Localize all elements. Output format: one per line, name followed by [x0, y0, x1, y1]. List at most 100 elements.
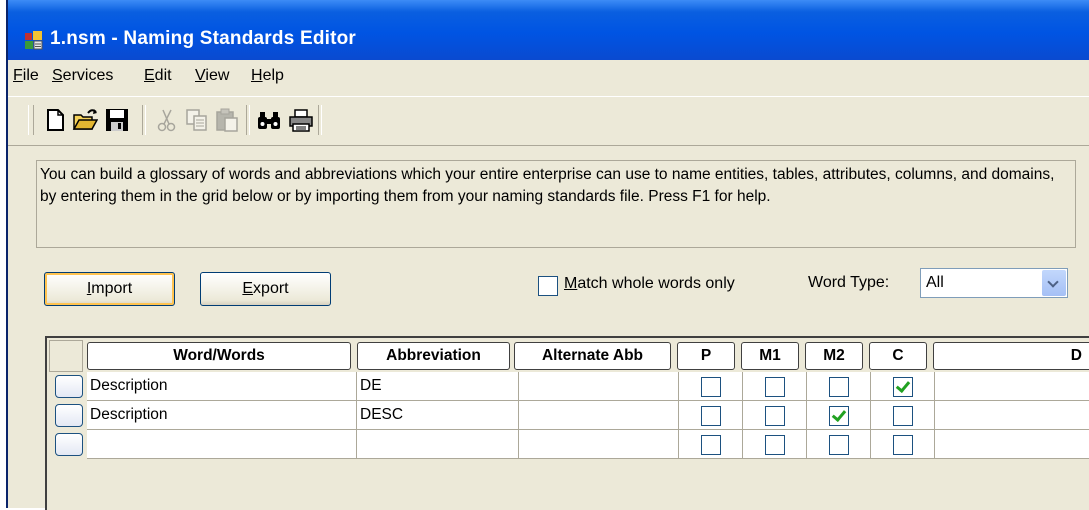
toolbar-separator [142, 105, 146, 135]
naming-standards-editor-window: 1.nsm - Naming Standards Editor File Ser… [6, 0, 1089, 510]
copy-icon[interactable] [184, 107, 210, 133]
save-icon[interactable] [104, 107, 130, 133]
word-type-value: All [926, 274, 944, 291]
menu-file-accel: F [13, 67, 23, 84]
c-checkbox[interactable] [892, 435, 913, 455]
toolbar-separator [318, 105, 322, 135]
row-selector[interactable] [55, 433, 83, 456]
col-header-m1[interactable]: M1 [741, 342, 799, 370]
m1-cell [743, 401, 807, 430]
p-cell [679, 401, 743, 430]
m1-cell [743, 430, 807, 459]
match-whole-words-label[interactable]: Match whole words only [564, 275, 735, 293]
d-cell[interactable] [935, 401, 1089, 430]
col-header-alternate-abb[interactable]: Alternate Abb [514, 342, 671, 370]
p-cell [679, 372, 743, 401]
table-row: Description DE [47, 372, 1089, 401]
word-cell[interactable]: Description [87, 401, 357, 430]
menu-bar: File Services Edit View Help [8, 60, 1089, 92]
m1-checkbox[interactable] [764, 406, 785, 426]
title-bar[interactable]: 1.nsm - Naming Standards Editor [8, 0, 1089, 60]
find-icon[interactable] [256, 107, 282, 133]
m2-checkbox[interactable] [828, 406, 849, 426]
info-text: You can build a glossary of words and ab… [40, 166, 1055, 205]
menu-view[interactable]: View [195, 67, 229, 85]
new-icon[interactable] [42, 107, 68, 133]
menu-view-label: iew [205, 67, 230, 84]
alternate-abb-cell[interactable] [519, 401, 679, 430]
m1-cell [743, 372, 807, 401]
m2-checkbox[interactable] [828, 435, 849, 455]
menu-edit-accel: E [144, 67, 155, 84]
chevron-down-icon[interactable] [1042, 270, 1066, 296]
alternate-abb-cell[interactable] [519, 430, 679, 459]
m2-cell [807, 372, 871, 401]
open-icon[interactable] [72, 107, 98, 133]
menu-services[interactable]: Services [52, 67, 113, 85]
c-cell [871, 430, 935, 459]
c-cell [871, 372, 935, 401]
match-whole-words-checkbox[interactable] [538, 276, 558, 296]
menu-edit-label: dit [154, 67, 172, 84]
menu-file[interactable]: File [13, 67, 39, 85]
grid-corner[interactable] [49, 340, 83, 372]
abbreviation-cell[interactable] [357, 430, 519, 459]
p-cell [679, 430, 743, 459]
m2-cell [807, 401, 871, 430]
cut-icon[interactable] [154, 107, 180, 133]
menu-file-label: ile [22, 67, 39, 84]
toolbar-separator [246, 105, 250, 135]
menu-help[interactable]: Help [251, 67, 284, 85]
m1-checkbox[interactable] [764, 377, 785, 397]
col-header-c[interactable]: C [869, 342, 927, 370]
naming-standards-app-icon [25, 31, 43, 50]
d-cell[interactable] [935, 372, 1089, 401]
p-checkbox[interactable] [700, 406, 721, 426]
menu-services-accel: S [52, 67, 63, 84]
word-cell[interactable]: Description [87, 372, 357, 401]
alternate-abb-cell[interactable] [519, 372, 679, 401]
menu-help-accel: H [251, 67, 263, 84]
c-cell [871, 401, 935, 430]
col-header-abbreviation[interactable]: Abbreviation [357, 342, 510, 370]
p-checkbox[interactable] [700, 377, 721, 397]
menu-help-label: elp [262, 67, 284, 84]
export-label: xport [253, 280, 289, 297]
match-whole-words-text: atch whole words only [577, 275, 735, 292]
export-accel: E [242, 280, 254, 297]
m2-cell [807, 430, 871, 459]
word-type-label: Word Type: [808, 274, 890, 291]
abbreviation-cell[interactable]: DE [357, 372, 519, 401]
table-row: Description DESC [47, 401, 1089, 430]
table-row [47, 430, 1089, 459]
row-selector[interactable] [55, 404, 83, 427]
d-cell[interactable] [935, 430, 1089, 459]
word-type-select[interactable]: All [920, 268, 1068, 298]
match-whole-words-accel: M [564, 275, 578, 292]
abbreviation-cell[interactable]: DESC [357, 401, 519, 430]
toolbar-grip[interactable] [28, 105, 34, 135]
c-checkbox[interactable] [892, 377, 913, 397]
col-header-word[interactable]: Word/Words [87, 342, 351, 370]
col-header-d[interactable]: D [933, 342, 1089, 370]
info-panel: You can build a glossary of words and ab… [36, 160, 1076, 248]
c-checkbox[interactable] [892, 406, 913, 426]
menu-view-accel: V [195, 67, 206, 84]
import-button[interactable]: Import [44, 272, 175, 306]
word-cell[interactable] [87, 430, 357, 459]
paste-icon[interactable] [214, 107, 240, 133]
glossary-grid: Word/Words Abbreviation Alternate Abb P … [45, 336, 1089, 510]
col-header-p[interactable]: P [677, 342, 735, 370]
import-label: mport [91, 280, 133, 297]
menu-edit[interactable]: Edit [144, 67, 172, 85]
p-checkbox[interactable] [700, 435, 721, 455]
export-button[interactable]: Export [200, 272, 331, 306]
toolbar [8, 96, 1089, 146]
window-title: 1.nsm - Naming Standards Editor [50, 28, 357, 49]
print-icon[interactable] [288, 107, 314, 133]
menu-services-label: ervices [62, 67, 114, 84]
m1-checkbox[interactable] [764, 435, 785, 455]
m2-checkbox[interactable] [828, 377, 849, 397]
row-selector[interactable] [55, 375, 83, 398]
col-header-m2[interactable]: M2 [805, 342, 863, 370]
